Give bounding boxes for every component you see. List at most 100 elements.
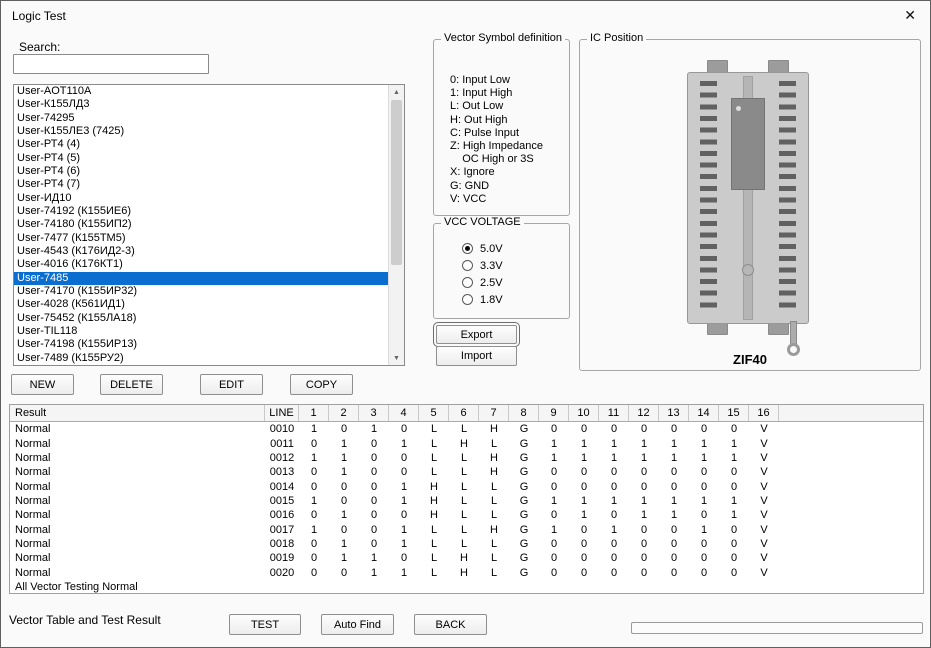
list-item[interactable]: User-74180 (К155ИП2) xyxy=(14,218,389,231)
column-header[interactable]: 10 xyxy=(569,405,599,421)
column-header[interactable]: 14 xyxy=(689,405,719,421)
pin-cell: L xyxy=(430,423,438,436)
vcc-option-2.5V[interactable]: 2.5V xyxy=(462,274,503,291)
list-scrollbar[interactable]: ▲ ▼ xyxy=(388,85,404,365)
list-item[interactable]: User-4543 (К176ИД2-3) xyxy=(14,245,389,258)
table-row[interactable]: Normal 0012 1 1 0 0 L L H G 1 1 1 1 1 1 1 V xyxy=(10,451,923,465)
result-cell: Normal xyxy=(15,437,51,450)
list-item[interactable]: User-7477 (К155ТМ5) xyxy=(14,232,389,245)
pin-cell: 1 xyxy=(670,437,678,450)
pin-cell: 1 xyxy=(310,494,318,507)
column-header[interactable]: 11 xyxy=(599,405,629,421)
column-header[interactable]: Result xyxy=(10,405,265,421)
list-item[interactable]: User-7485 xyxy=(14,271,389,285)
table-row[interactable]: Normal 0014 0 0 0 1 H L L G 0 0 0 0 0 0 0 V xyxy=(10,479,923,493)
list-item[interactable]: User-75452 (К155ЛА18) xyxy=(14,312,389,325)
column-header[interactable]: 2 xyxy=(329,405,359,421)
vector-symbol-line: X: Ignore xyxy=(450,166,495,179)
pin-cell: 1 xyxy=(400,437,408,450)
pin-cell: 0 xyxy=(670,480,678,493)
column-header[interactable]: 5 xyxy=(419,405,449,421)
pin-cell: 0 xyxy=(400,552,408,565)
table-row[interactable]: Normal 0020 0 0 1 1 L H L G 0 0 0 0 0 0 0 V xyxy=(10,565,923,579)
pin-cell: 0 xyxy=(700,423,708,436)
table-row[interactable]: Normal 0011 0 1 0 1 L H L G 1 1 1 1 1 1 1 V xyxy=(10,436,923,450)
pin-cell: 0 xyxy=(610,466,618,479)
export-button[interactable]: Export xyxy=(433,322,520,347)
scroll-up-icon[interactable]: ▲ xyxy=(389,85,404,99)
list-item[interactable]: User-AOT110A xyxy=(14,85,389,98)
list-item[interactable]: User-74295 xyxy=(14,112,389,125)
table-row[interactable]: Normal 0013 0 1 0 0 L L H G 0 0 0 0 0 0 0 V xyxy=(10,465,923,479)
pin-cell: L xyxy=(490,494,498,507)
list-item[interactable]: User-К155ЛД3 xyxy=(14,98,389,111)
column-header[interactable]: 12 xyxy=(629,405,659,421)
edit-button[interactable]: EDIT xyxy=(200,374,263,395)
list-item[interactable]: User-74192 (К155ИЕ6) xyxy=(14,205,389,218)
scrollbar-thumb[interactable] xyxy=(391,100,402,265)
column-header[interactable]: 7 xyxy=(479,405,509,421)
list-item[interactable]: User-4028 (К561ИД1) xyxy=(14,298,389,311)
table-row[interactable]: Normal 0016 0 1 0 0 H L L G 0 1 0 1 1 0 1 V xyxy=(10,508,923,522)
column-header[interactable]: 6 xyxy=(449,405,479,421)
vcc-option-1.8V[interactable]: 1.8V xyxy=(462,291,503,308)
column-header[interactable]: 16 xyxy=(749,405,779,421)
pin-cell: 0 xyxy=(640,423,648,436)
table-row[interactable]: Normal 0010 1 0 1 0 L L H G 0 0 0 0 0 0 0 V xyxy=(10,422,923,436)
device-list[interactable]: User-AOT110A User-К155ЛД3 User-74295 User-К… xyxy=(13,84,405,366)
pin-cell: 0 xyxy=(580,523,588,536)
list-item[interactable]: User-К155ЛЕ3 (7425) xyxy=(14,125,389,138)
vcc-option-label: 3.3V xyxy=(480,259,503,272)
pin-cell: L xyxy=(430,437,438,450)
column-header[interactable]: LINE xyxy=(265,405,299,421)
vector-symbol-title: Vector Symbol definition xyxy=(441,32,566,44)
list-item[interactable]: User-РТ4 (6) xyxy=(14,165,389,178)
column-header[interactable]: 8 xyxy=(509,405,539,421)
list-item[interactable]: User-РТ4 (4) xyxy=(14,138,389,151)
column-header[interactable]: 15 xyxy=(719,405,749,421)
result-cell: Normal xyxy=(15,480,51,493)
progress-bar xyxy=(631,622,923,634)
column-header[interactable]: 9 xyxy=(539,405,569,421)
test-button[interactable]: TEST xyxy=(229,614,301,635)
list-item[interactable]: User-7489 (К155РУ2) xyxy=(14,352,389,365)
column-header[interactable]: 4 xyxy=(389,405,419,421)
vcc-option-3.3V[interactable]: 3.3V xyxy=(462,257,503,274)
list-item[interactable]: User-74198 (К155ИР13) xyxy=(14,338,389,351)
pin-cell: G xyxy=(519,480,529,493)
result-cell: Normal xyxy=(15,451,51,464)
list-item[interactable]: User-ИД10 xyxy=(14,192,389,205)
pin-cell: 1 xyxy=(310,523,318,536)
table-row[interactable]: Normal 0017 1 0 0 1 L L H G 1 0 1 0 0 1 0 V xyxy=(10,522,923,536)
scroll-down-icon[interactable]: ▼ xyxy=(389,351,404,365)
auto-find-button[interactable]: Auto Find xyxy=(321,614,394,635)
back-button[interactable]: BACK xyxy=(414,614,487,635)
column-header[interactable]: 13 xyxy=(659,405,689,421)
new-button[interactable]: NEW xyxy=(11,374,74,395)
table-row[interactable]: Normal 0019 0 1 1 0 L H L G 0 0 0 0 0 0 0 V xyxy=(10,551,923,565)
search-input[interactable] xyxy=(13,54,209,74)
pin-cell: L xyxy=(460,523,468,536)
delete-button[interactable]: DELETE xyxy=(100,374,163,395)
list-item[interactable]: User-РТ4 (7) xyxy=(14,178,389,191)
vcc-option-5.0V[interactable]: 5.0V xyxy=(462,240,503,257)
pin-cell: 1 xyxy=(700,494,708,507)
close-icon[interactable]: ✕ xyxy=(904,7,916,23)
column-header[interactable]: 1 xyxy=(299,405,329,421)
copy-button[interactable]: COPY xyxy=(290,374,353,395)
vector-symbol-line: L: Out Low xyxy=(450,100,504,113)
table-row[interactable]: Normal 0018 0 1 0 1 L L L G 0 0 0 0 0 0 0 V xyxy=(10,537,923,551)
list-item[interactable]: User-РТ4 (5) xyxy=(14,152,389,165)
pin-cell: L xyxy=(430,566,438,579)
table-row[interactable]: Normal 0015 1 0 0 1 H L L G 1 1 1 1 1 1 1 V xyxy=(10,494,923,508)
list-item[interactable]: User-4016 (К176КТ1) xyxy=(14,258,389,271)
pin-cell: 0 xyxy=(580,466,588,479)
import-button[interactable]: Import xyxy=(436,346,517,366)
pin-cell: V xyxy=(760,480,768,493)
list-item[interactable]: User-TIL118 xyxy=(14,325,389,338)
pin-cell: H xyxy=(430,494,438,507)
column-header[interactable]: 3 xyxy=(359,405,389,421)
zif-socket xyxy=(687,60,809,356)
list-item[interactable]: User-74170 (К155ИР32) xyxy=(14,285,389,298)
pin-cell: H xyxy=(490,423,498,436)
